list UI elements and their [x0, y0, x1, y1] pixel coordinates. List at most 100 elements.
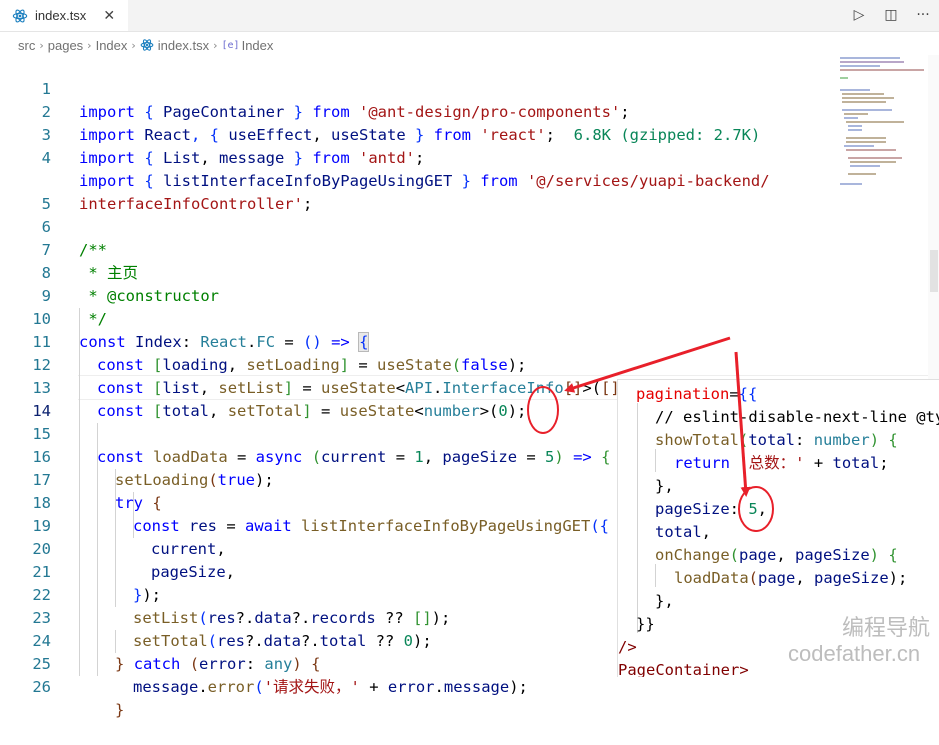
minimap-line [840, 69, 924, 71]
minimap-line [848, 125, 862, 127]
code-line: pagination={{ [636, 383, 757, 406]
breadcrumb-item-src[interactable]: src [18, 38, 35, 53]
minimap-line [846, 149, 896, 151]
token: loadData [674, 569, 749, 587]
minimap-line [850, 165, 880, 167]
token: pagination [636, 385, 730, 403]
minimap-line [840, 65, 880, 67]
token: onChange [655, 546, 730, 564]
token: pageSize [655, 500, 730, 518]
minimap-line [846, 137, 886, 139]
token: 5 [748, 500, 758, 518]
code-line: 2 import React, { useEffect, useState } … [0, 78, 939, 144]
minimap-line [840, 57, 900, 59]
token: = [729, 385, 739, 403]
code-line: 5 [0, 170, 939, 213]
chevron-right-icon: › [131, 38, 136, 52]
indent-guide [655, 564, 656, 587]
code-line: 1 import { PageContainer } from '@ant-de… [0, 55, 939, 121]
token: , [776, 546, 795, 564]
tab-label: index.tsx [35, 8, 87, 23]
minimap-line [840, 77, 848, 79]
token: , [701, 523, 712, 541]
split-editor-icon[interactable]: ◫ [881, 5, 901, 25]
token: pageSize [795, 546, 870, 564]
code-line: 12 const [list, setList] = useState<API.… [0, 331, 939, 397]
token: }} [636, 615, 655, 633]
token: return [674, 454, 730, 472]
code-line: showTotal(total: number) { [655, 429, 898, 452]
token: } [115, 701, 125, 719]
token: ( [739, 431, 749, 449]
minimap-line [846, 141, 886, 143]
close-icon[interactable]: ✕ [103, 8, 115, 24]
minimap-line [842, 101, 886, 103]
token: : [729, 500, 749, 518]
code-line: loadData(page, pageSize); [674, 567, 907, 590]
minimap-line [840, 89, 870, 91]
code-line: 7 * 主页 [0, 216, 939, 282]
code-line: return '总数：' + total; [674, 452, 889, 475]
code-line: 9 */ [0, 262, 939, 328]
token: { [888, 546, 898, 564]
code-line: 3 import { List, message } from 'antd'; [0, 101, 939, 167]
more-actions-icon[interactable]: ··· [913, 5, 933, 25]
code-line: 6 /** [0, 193, 939, 259]
react-icon [12, 9, 28, 22]
token: error [207, 678, 255, 696]
minimap-line [848, 129, 862, 131]
line-number: 26 [32, 678, 51, 696]
comment: // eslint-disable-next-line @ty [655, 408, 939, 426]
token: ( [254, 678, 264, 696]
token: page [739, 546, 777, 564]
token: + [359, 678, 388, 696]
token: '请求失败，' [263, 678, 360, 696]
watermark-cn: 编程导航 [842, 616, 931, 641]
run-icon[interactable]: ▷ [849, 5, 869, 25]
minimap[interactable] [838, 55, 926, 195]
scrollbar-thumb[interactable] [930, 250, 938, 292]
minimap-line [842, 109, 892, 111]
token: total [748, 431, 796, 449]
token: ( [729, 546, 739, 564]
code-line: total, [655, 521, 711, 544]
breadcrumb-item-pages[interactable]: pages [48, 38, 83, 53]
breadcrumb-item-index-folder[interactable]: Index [96, 38, 128, 53]
token: message [133, 678, 199, 696]
tab-index-tsx[interactable]: index.tsx ✕ [0, 0, 128, 31]
minimap-line [846, 121, 904, 123]
token: , [795, 569, 814, 587]
token: }, [655, 592, 674, 610]
token: error [387, 678, 435, 696]
token: total [832, 454, 880, 472]
token: page [758, 569, 796, 587]
token: }, [655, 477, 674, 495]
tab-bar: index.tsx ✕ ▷ ◫ ··· [0, 0, 939, 32]
token: . [434, 678, 444, 696]
react-icon [140, 39, 154, 51]
token: '总数：' [739, 454, 805, 472]
breadcrumb-item-symbol[interactable]: Index [242, 38, 274, 53]
token: number [813, 431, 870, 449]
chevron-right-icon: › [87, 38, 92, 52]
variable-symbol-icon: [e] [221, 39, 240, 51]
token: /> [618, 638, 637, 656]
minimap-line [842, 93, 884, 95]
code-line: 4 import { listInterfaceInfoByPageUsingG… [0, 124, 939, 190]
code-line: 8 * @constructor [0, 239, 939, 305]
minimap-line [848, 173, 876, 175]
token: PageContainer> [618, 661, 749, 677]
token: ); [509, 678, 528, 696]
minimap-line [840, 183, 862, 185]
token: , [757, 500, 768, 518]
code-line-wrapped: interfaceInfoController'; [0, 147, 939, 213]
watermark-url: codefather.cn [788, 641, 921, 666]
token: { [888, 431, 898, 449]
token: showTotal [655, 431, 739, 449]
minimap-line [844, 113, 868, 115]
token: pageSize [814, 569, 889, 587]
breadcrumb-item-file[interactable]: index.tsx [158, 38, 209, 53]
chevron-right-icon: › [213, 38, 218, 52]
token: + [804, 454, 833, 472]
